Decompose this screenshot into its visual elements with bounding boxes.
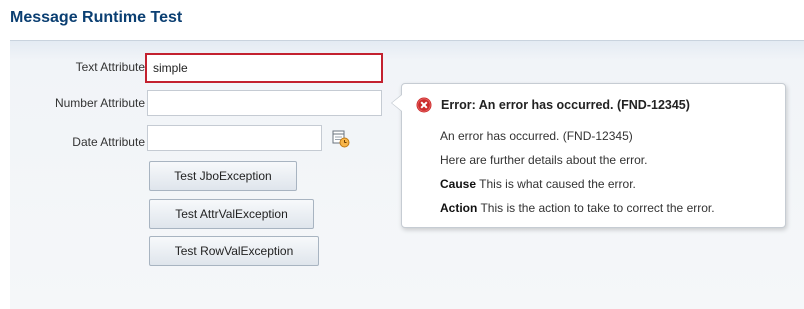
text-attribute-input[interactable]: simple (145, 53, 383, 83)
number-attribute-row: Number Attribute (10, 90, 145, 116)
error-action: Action This is the action to take to cor… (440, 200, 715, 216)
date-attribute-row: Date Attribute (10, 129, 145, 155)
error-details: Here are further details about the error… (440, 153, 648, 167)
test-jbo-exception-button[interactable]: Test JboException (149, 161, 297, 191)
error-icon (416, 97, 432, 113)
popup-pointer-inner (392, 95, 402, 111)
number-attribute-label: Number Attribute (54, 96, 145, 110)
action-text: This is the action to take to correct th… (480, 201, 715, 215)
test-attrval-exception-button[interactable]: Test AttrValException (149, 199, 314, 229)
test-rowval-exception-button[interactable]: Test RowValException (149, 236, 319, 266)
error-popup: Error: An error has occurred. (FND-12345… (391, 83, 786, 228)
error-cause: Cause This is what caused the error. (440, 176, 636, 192)
error-message: An error has occurred. (FND-12345) (440, 129, 633, 143)
date-attribute-input[interactable] (147, 125, 322, 151)
error-title: Error: An error has occurred. (FND-12345… (441, 98, 690, 112)
cause-text: This is what caused the error. (479, 177, 636, 191)
page-title: Message Runtime Test (10, 9, 183, 26)
number-attribute-input[interactable] (147, 90, 382, 116)
calendar-icon[interactable] (332, 130, 350, 148)
text-attribute-label: Text Attribute (75, 60, 145, 74)
cause-label: Cause (440, 177, 477, 191)
text-attribute-row: Text Attribute (10, 54, 145, 80)
action-label: Action (440, 201, 478, 215)
date-attribute-label: Date Attribute (72, 135, 145, 149)
